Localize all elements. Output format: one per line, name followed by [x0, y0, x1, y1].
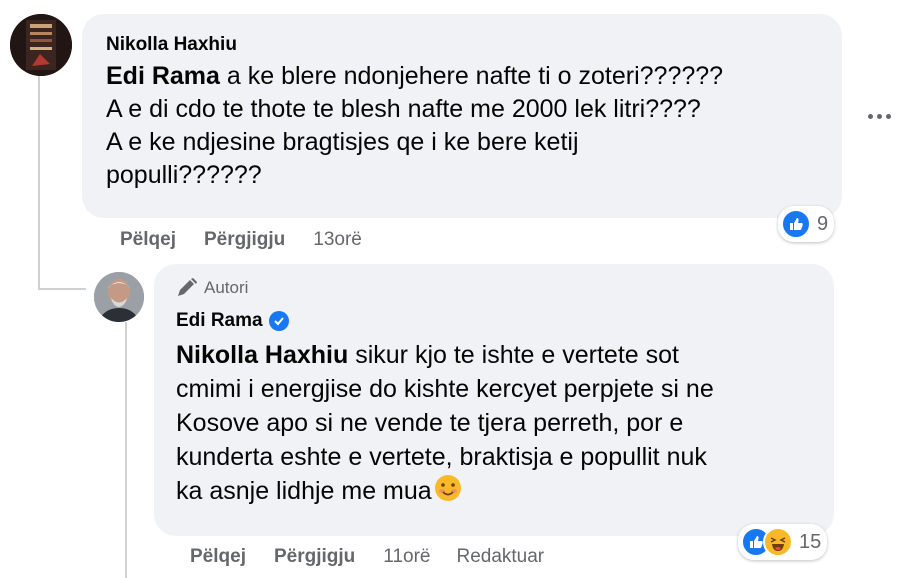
like-icon	[781, 209, 811, 239]
comment-bubble: Nikolla Haxhiu Edi Rama a ke blere ndonj…	[82, 14, 842, 218]
timestamp[interactable]: 13orë	[313, 229, 362, 251]
comment-text-line: kunderta eshte e vertete, braktisja e po…	[176, 443, 707, 471]
pencil-icon	[178, 278, 197, 296]
comment-text-line: A e di cdo te thote te blesh nafte me 20…	[106, 95, 701, 123]
comment-author[interactable]: Nikolla Haxhiu	[106, 34, 237, 56]
comment-text-line: cmimi i energjise do kishte kercyet perp…	[176, 375, 714, 403]
comment-text-line: Kosove apo si ne vende te tjera perreth,…	[176, 409, 684, 437]
badge-label: Autori	[204, 278, 249, 297]
thread-line-vertical	[38, 75, 40, 290]
reaction-summary[interactable]: 15	[738, 524, 828, 560]
comment-actions: Pëlqej Përgjigju 13orë	[120, 229, 388, 251]
mention-link[interactable]: Edi Rama	[106, 62, 220, 90]
reaction-count: 15	[799, 530, 822, 553]
like-button[interactable]: Pëlqej	[190, 546, 246, 568]
comment-text: Nikolla Haxhiu sikur kjo te ishte e vert…	[176, 338, 826, 511]
comment-text-line: populli??????	[106, 161, 262, 189]
like-button[interactable]: Pëlqej	[120, 229, 176, 251]
comment-author[interactable]: Edi Rama	[176, 310, 263, 332]
reply-bubble: Autori Edi Rama Nikolla Haxhiu sikur kjo…	[154, 264, 834, 536]
more-options-icon[interactable]	[868, 114, 891, 119]
comment-text-line: ka asnje lidhje me mua	[176, 477, 432, 506]
reaction-count: 9	[817, 212, 829, 235]
haha-icon	[763, 527, 793, 557]
comment-text: Edi Rama a ke blere ndonjehere nafte ti …	[106, 60, 836, 192]
comment-author-row: Edi Rama	[176, 310, 289, 332]
thread-line-lower	[125, 322, 127, 578]
timestamp[interactable]: 11orë	[383, 546, 430, 568]
thread-line-curve	[38, 288, 86, 290]
comment-text-line: sikur kjo te ishte e vertete sot	[348, 341, 679, 369]
reply-button[interactable]: Përgjigju	[204, 229, 285, 251]
mention-link[interactable]: Nikolla Haxhiu	[176, 341, 348, 369]
edited-label: Redaktuar	[456, 546, 545, 567]
avatar[interactable]	[10, 14, 72, 76]
author-badge: Autori	[176, 278, 248, 298]
comment-text-line: A e ke ndjesine bragtisjes qe i ke bere …	[106, 128, 579, 156]
reply-actions: Pëlqej Përgjigju 11orë Redaktuar	[190, 546, 570, 568]
reply-button[interactable]: Përgjigju	[274, 546, 355, 568]
verified-icon	[268, 311, 289, 331]
reaction-summary[interactable]: 9	[778, 206, 835, 242]
avatar[interactable]	[94, 272, 144, 322]
smile-emoji-icon	[434, 474, 462, 511]
comment-text-line: a ke blere ndonjehere nafte ti o zoteri?…	[219, 62, 724, 90]
